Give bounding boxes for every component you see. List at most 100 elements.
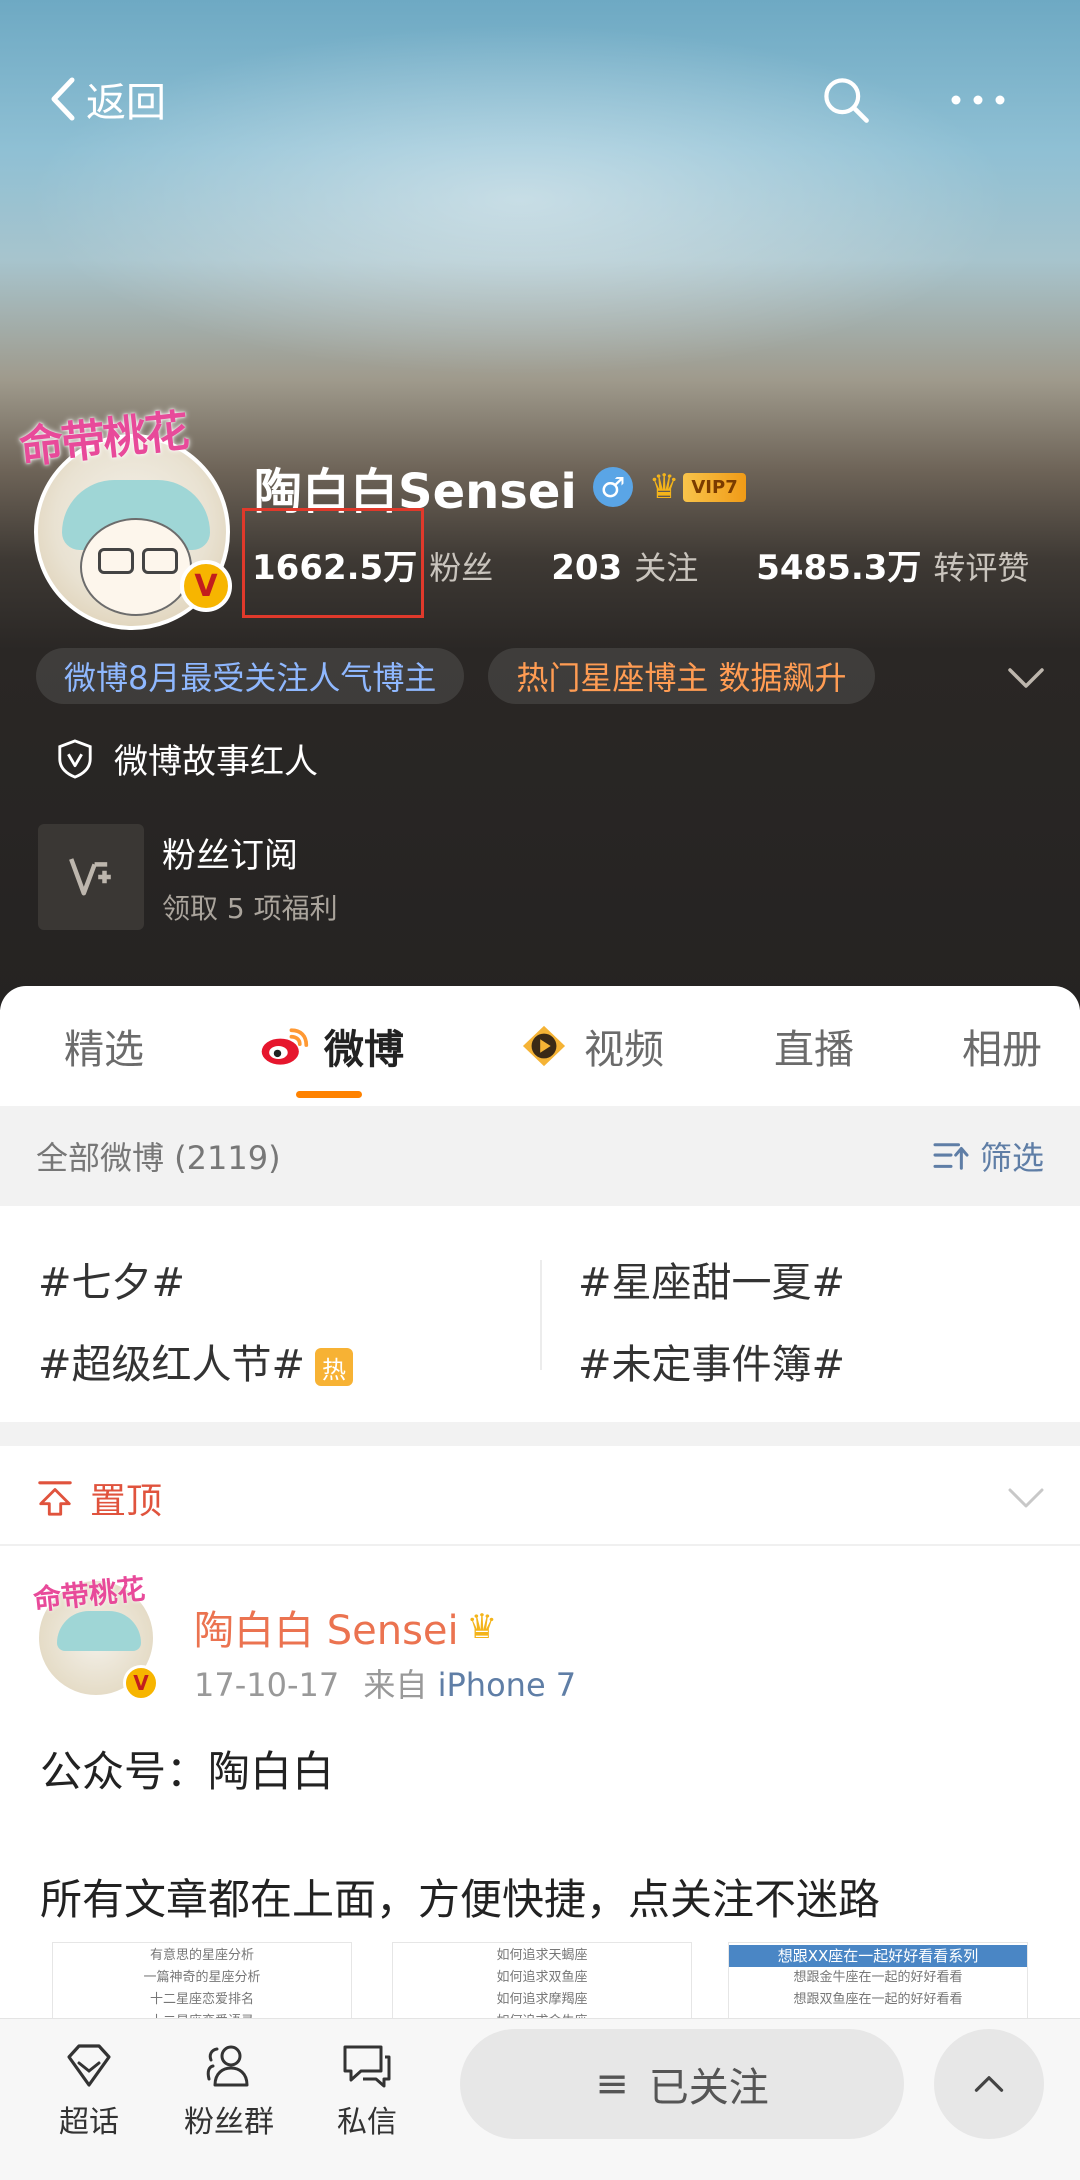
filter-label: 筛选: [979, 1139, 1044, 1177]
tab-video[interactable]: 视频: [518, 986, 664, 1106]
back-button[interactable]: 返回: [44, 70, 166, 128]
bottom-item-label: 超话: [59, 2105, 119, 2140]
topic-divider: [540, 1260, 542, 1370]
profile-avatar[interactable]: 命带桃花 V: [17, 400, 250, 630]
filter-icon: [933, 1143, 969, 1170]
profile-page: 返回 命带桃花 V 陶白白Sensei ♂ ♛ VIP7 1662.5万 粉丝 …: [0, 0, 1080, 2180]
profile-cover: 返回 命带桃花 V 陶白白Sensei ♂ ♛ VIP7 1662.5万 粉丝 …: [0, 0, 1080, 1010]
verified-badge-icon: V: [180, 560, 232, 612]
group-icon: [206, 2045, 249, 2087]
honor-chips: 微博8月最受关注人气博主 热门星座博主 数据飙升: [36, 648, 875, 704]
bottom-item-label: 粉丝群: [184, 2105, 274, 2140]
profile-tabs: 精选 微博 视频 直播 相册: [0, 986, 1080, 1106]
post-date: 17-10-17: [194, 1666, 340, 1704]
followed-button[interactable]: ≡ 已关注: [460, 2029, 904, 2139]
stat-value: 203: [551, 548, 623, 588]
followed-label: 已关注: [648, 2065, 769, 2111]
thumb-text: 如何追求天蝎座: [496, 1948, 588, 1963]
pinned-header[interactable]: 置顶: [0, 1446, 1080, 1546]
stat-label: 转评赞: [933, 549, 1030, 587]
male-gender-icon: ♂: [592, 467, 633, 507]
filter-bar: 全部微博 (2119) 筛选: [0, 1106, 1080, 1206]
tab-label: 视频: [584, 1027, 664, 1073]
post-text-line: 公众号：陶白白: [40, 1747, 335, 1796]
active-tab-indicator: [296, 1091, 362, 1098]
topic-text: #超级红人节#: [38, 1342, 306, 1388]
story-label: 微博故事红人: [114, 742, 318, 782]
fan-subscription-subtitle: 领取 5 项福利: [162, 891, 338, 925]
weibo-logo-icon: [261, 1028, 309, 1065]
hot-badge-icon: 热: [315, 1348, 354, 1386]
stat-label: 粉丝: [429, 549, 494, 587]
section-gap: [0, 1422, 1080, 1446]
tab-live[interactable]: 直播: [774, 986, 854, 1106]
crown-icon: ♛: [466, 1607, 498, 1647]
topic-star-summer[interactable]: #星座甜一夏#: [578, 1250, 845, 1308]
fan-subscription[interactable]: 粉丝订阅 领取 5 项福利: [38, 824, 338, 930]
tab-label: 相册: [962, 1027, 1042, 1073]
vip-badge[interactable]: ♛ VIP7: [649, 467, 746, 507]
fan-group-button[interactable]: 粉丝群: [174, 2041, 284, 2141]
pinned-label: 置顶: [90, 1481, 163, 1522]
post-source[interactable]: iPhone 7: [438, 1666, 577, 1704]
filter-button[interactable]: 筛选: [932, 1133, 1044, 1179]
topic-super-red[interactable]: #超级红人节# 热: [38, 1332, 354, 1390]
post-avatar[interactable]: 命带桃花 V: [32, 1572, 159, 1701]
tab-album[interactable]: 相册: [962, 986, 1042, 1106]
fan-subscription-title: 粉丝订阅: [162, 835, 298, 876]
diamond-icon: [67, 2044, 111, 2087]
scroll-top-button[interactable]: [934, 2029, 1044, 2139]
tab-label: 直播: [774, 1027, 854, 1073]
super-topic-button[interactable]: 超话: [34, 2041, 144, 2141]
message-button[interactable]: 私信: [312, 2041, 422, 2141]
post-author[interactable]: 陶白白 Sensei ♛: [194, 1598, 497, 1656]
topic-qixi[interactable]: #七夕#: [38, 1250, 185, 1308]
top-navigation: 返回: [0, 60, 1080, 140]
honor-chip-popular[interactable]: 微博8月最受关注人气博主: [36, 648, 465, 704]
thumb-text: 想跟双鱼座在一起的好好看看: [793, 1992, 963, 2007]
search-icon[interactable]: [816, 70, 876, 130]
menu-lines-icon: ≡: [595, 2061, 629, 2107]
post-text-line: 所有文章都在上面，方便快捷，点关注不迷路: [40, 1875, 881, 1924]
topic-grid: #七夕# #星座甜一夏# #超级红人节# 热 #未定事件簿#: [0, 1206, 1080, 1422]
tab-label: 微博: [324, 1027, 404, 1073]
bottom-item-label: 私信: [337, 2105, 397, 2140]
tab-featured[interactable]: 精选: [64, 986, 144, 1106]
all-posts-count[interactable]: 全部微博 (2119): [36, 1133, 281, 1179]
bottom-action-bar: 超话 粉丝群 私信 ≡ 已关注: [0, 2018, 1080, 2180]
chat-bubble-icon: [343, 2045, 391, 2088]
stat-label: 关注: [634, 549, 699, 587]
more-icon[interactable]: [948, 70, 1008, 130]
chevron-down-icon[interactable]: [1004, 660, 1048, 696]
honor-chip-hot-blogger[interactable]: 热门星座博主 数据飙升: [488, 648, 875, 704]
thumb-text: 如何追求双鱼座: [496, 1970, 588, 1985]
crown-icon: ♛: [648, 467, 680, 507]
topic-undecided-case[interactable]: #未定事件簿#: [578, 1332, 845, 1390]
post-author-name: 陶白白 Sensei: [194, 1608, 459, 1654]
video-play-icon: [522, 1025, 566, 1067]
stat-following[interactable]: 203 关注: [551, 543, 698, 589]
tab-label: 精选: [64, 1027, 144, 1073]
stat-likes[interactable]: 5485.3万 转评赞: [756, 540, 1029, 589]
fan-subscription-icon: [38, 824, 144, 930]
thumb-text: 有意思的星座分析: [149, 1948, 254, 1963]
shield-icon: [58, 738, 92, 779]
tab-weibo[interactable]: 微博: [258, 986, 404, 1106]
chevron-up-icon: [974, 2076, 1004, 2092]
thumb-text: 如何追求摩羯座: [496, 1992, 588, 2007]
story-red-badge[interactable]: 微博故事红人: [56, 734, 318, 783]
back-label: 返回: [86, 80, 166, 126]
post-from-label: 来自: [363, 1666, 428, 1704]
stat-value: 5485.3万: [756, 548, 922, 588]
verified-badge-icon: V: [123, 1665, 159, 1701]
thumb-text: 一篇神奇的星座分析: [143, 1970, 261, 1985]
pin-top-icon: [38, 1481, 72, 1516]
chevron-down-icon[interactable]: [1004, 1480, 1048, 1520]
post-meta: 17-10-17 来自 iPhone 7: [194, 1660, 576, 1706]
annotation-highlight-box: [242, 508, 424, 618]
pinned-label-row: 置顶: [36, 1472, 162, 1524]
vip-level: VIP7: [683, 472, 746, 502]
thumb-text: 十二星座恋爱排名: [149, 1992, 254, 2007]
chevron-left-icon: [51, 77, 75, 121]
post-avatar-frame-text: 命带桃花: [31, 1572, 147, 1617]
